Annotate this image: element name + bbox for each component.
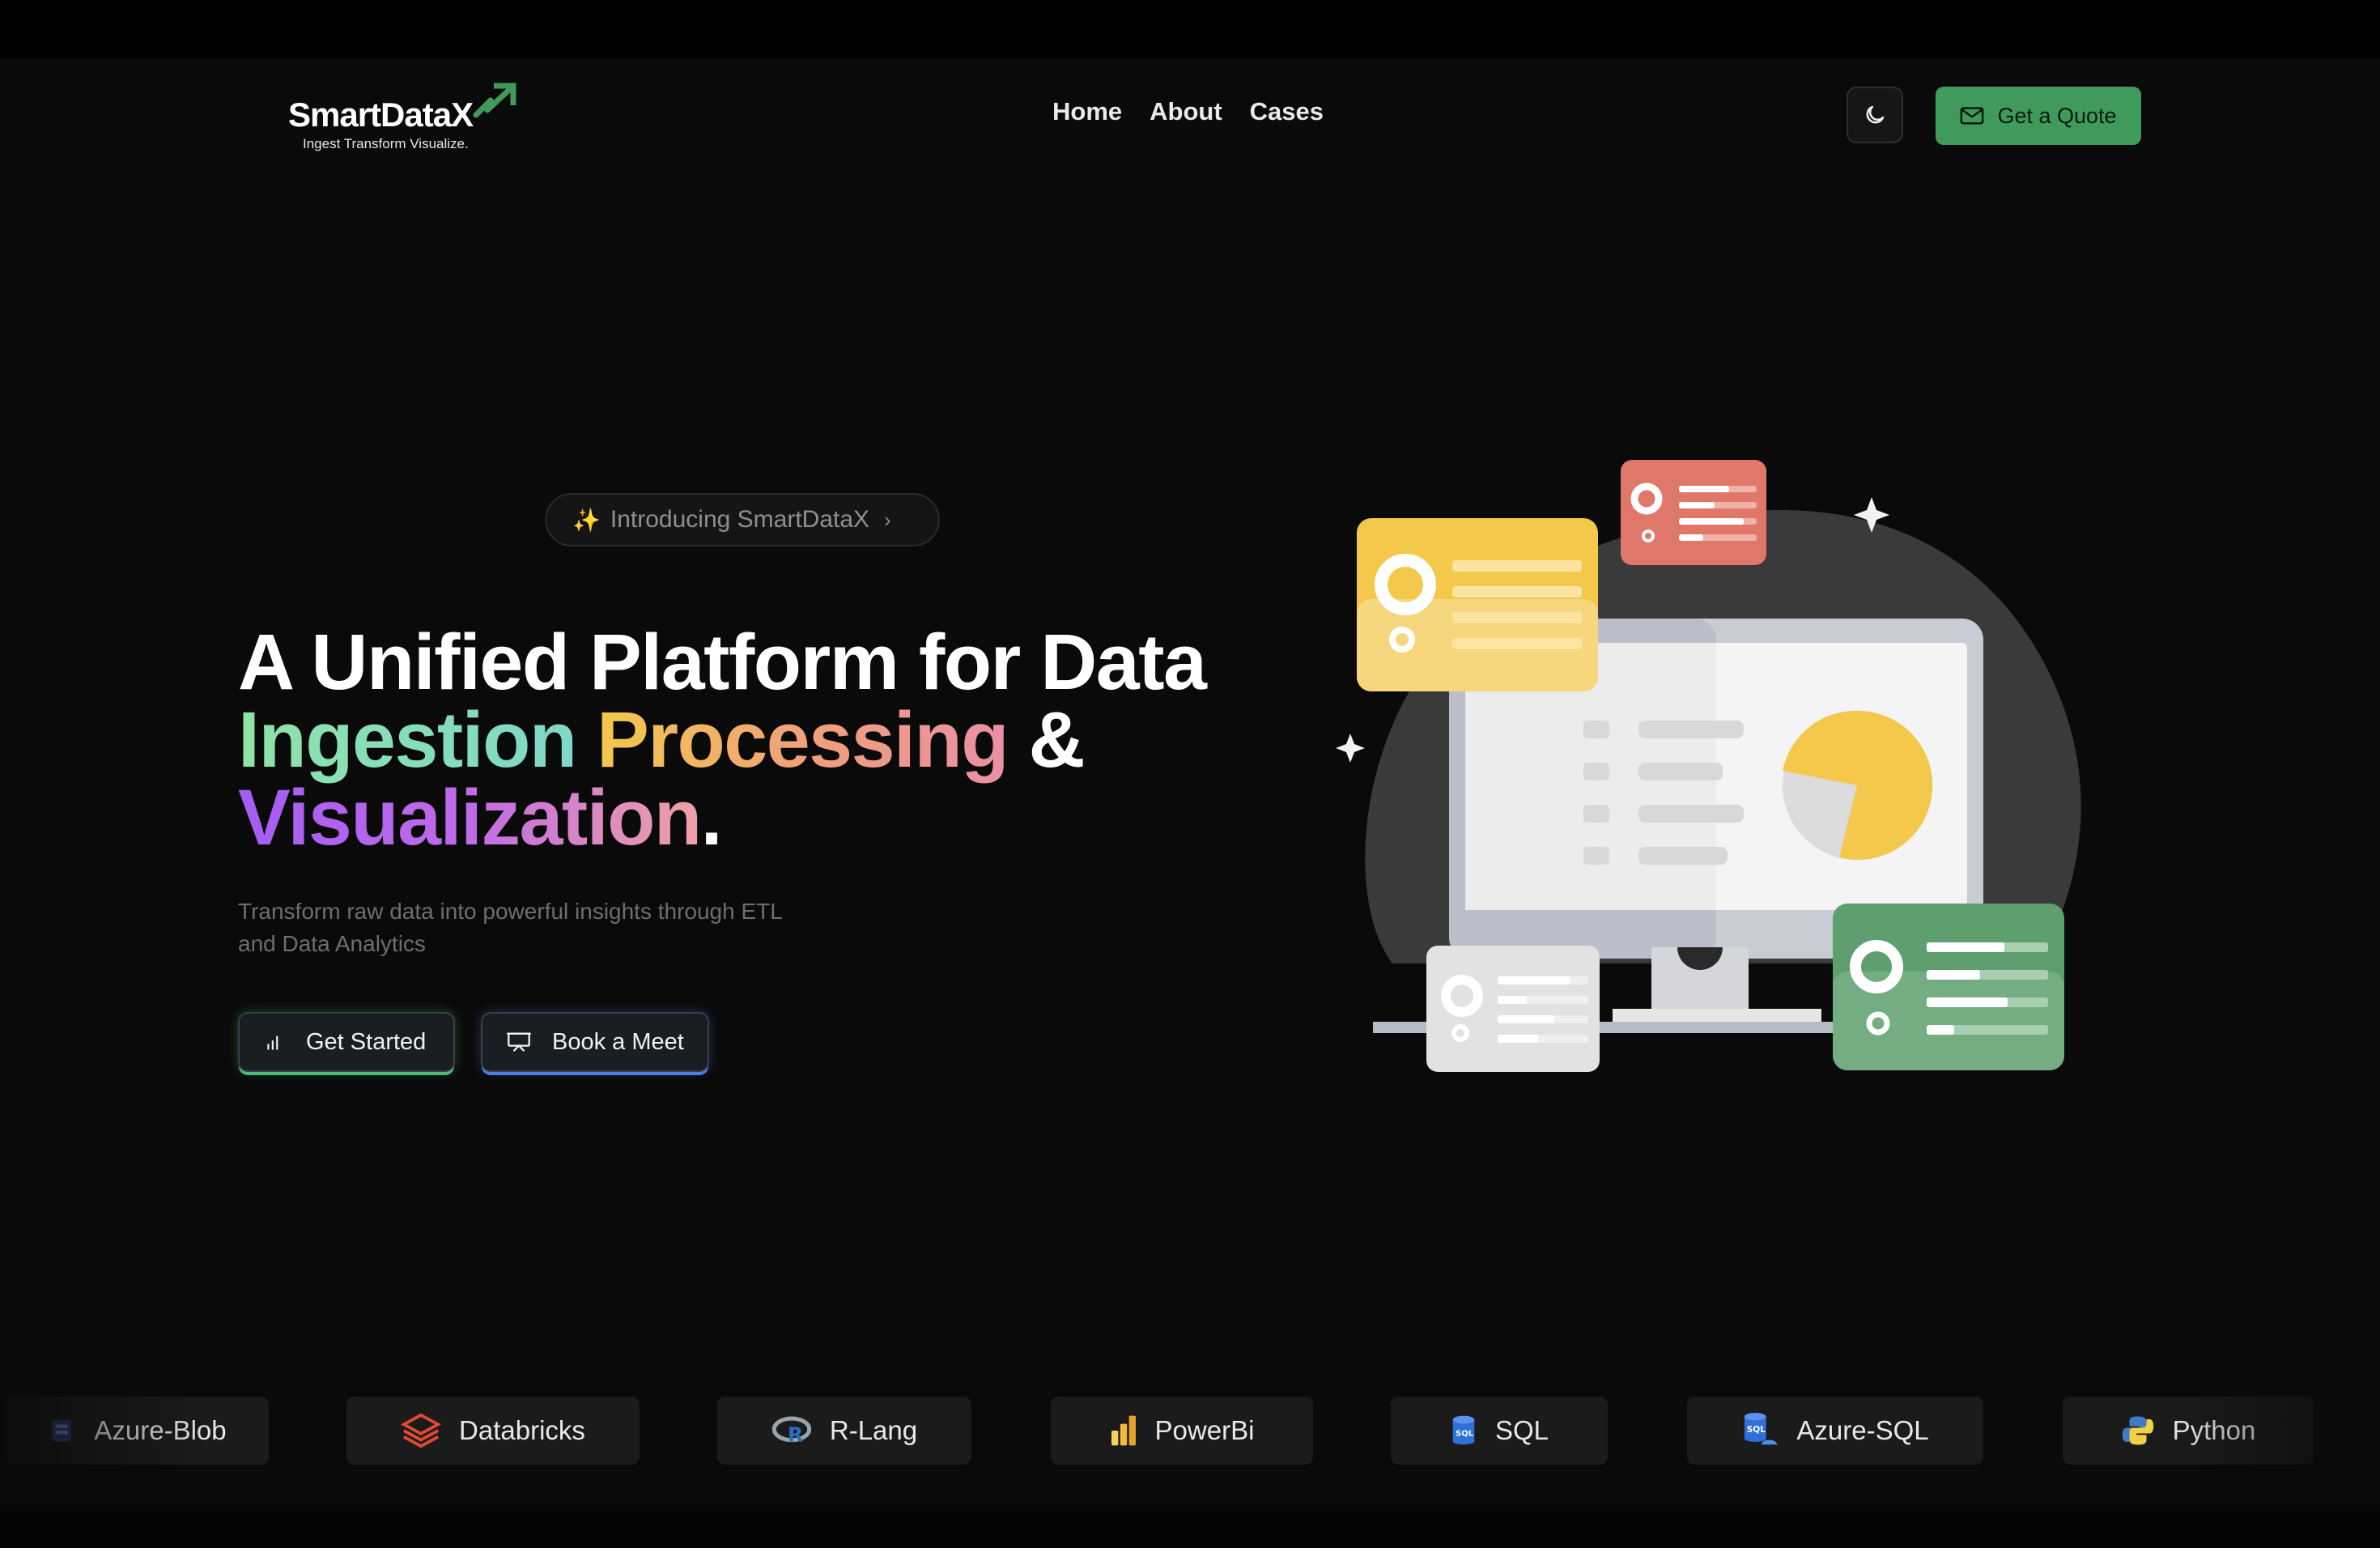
hero-title-ingestion: Ingestion (238, 695, 577, 784)
sparkles-icon: ✨ (572, 507, 601, 533)
introducing-label: Introducing SmartDataX (610, 506, 870, 533)
page-bottom-bar (0, 1504, 2380, 1548)
tech-label: R-Lang (829, 1415, 918, 1445)
svg-text:SQL: SQL (1747, 1425, 1766, 1435)
yellow-card-graphic (1357, 518, 1598, 691)
hero-title-amp: & (1028, 695, 1085, 784)
introducing-pill[interactable]: ✨ Introducing SmartDataX › (545, 493, 940, 546)
tech-chip-python[interactable]: Python (2063, 1397, 2314, 1465)
azure-blob-icon (52, 1419, 72, 1442)
hero-title-processing: Processing (597, 695, 1009, 784)
book-meet-button[interactable]: Book a Meet (481, 1012, 709, 1072)
theme-toggle-button[interactable] (1847, 87, 1903, 143)
svg-text:SQL: SQL (1456, 1430, 1474, 1439)
tech-label: Databricks (459, 1415, 585, 1445)
grey-card-graphic (1426, 946, 1600, 1072)
hero-title-line1: A Unified Platform for Data (238, 618, 1207, 706)
get-started-button[interactable]: Get Started (238, 1012, 455, 1072)
tech-label: PowerBi (1154, 1415, 1255, 1445)
tech-label: Python (2172, 1415, 2256, 1445)
chevron-right-icon: › (884, 507, 891, 532)
tech-chip-azure-blob[interactable]: Azure-Blob (5, 1397, 269, 1465)
databricks-icon (401, 1413, 442, 1448)
tech-label: Azure-SQL (1796, 1415, 1929, 1445)
tech-chip-azure-sql[interactable]: SQL Azure-SQL (1687, 1397, 1983, 1465)
get-quote-label: Get a Quote (1997, 103, 2117, 128)
brand-name: SmartDataX (288, 96, 474, 134)
r-lang-icon: R (771, 1416, 812, 1446)
brand-logo[interactable]: SmartDataX Ingest Transform Visualize. (288, 78, 531, 155)
svg-text:R: R (788, 1423, 803, 1446)
hero-title-period: . (700, 773, 723, 861)
presentation-icon (507, 1032, 531, 1052)
brand-tagline: Ingest Transform Visualize. (303, 136, 469, 151)
green-card-graphic (1833, 904, 2064, 1070)
tech-stack-row: Azure-Blob Databricks R R-Lang PowerBi S… (0, 1397, 2380, 1465)
hero-title: A Unified Platform for Data Ingestion Pr… (238, 623, 1207, 857)
get-quote-button[interactable]: Get a Quote (1936, 87, 2141, 145)
nav-cases[interactable]: Cases (1250, 97, 1324, 126)
sql-icon: SQL (1452, 1415, 1475, 1445)
moon-icon (1866, 105, 1885, 124)
hero-subtitle: Transform raw data into powerful insight… (238, 899, 782, 956)
tech-chip-sql[interactable]: SQL SQL (1391, 1397, 1608, 1465)
nav-home[interactable]: Home (1052, 97, 1122, 126)
tech-label: SQL (1494, 1415, 1549, 1445)
bar-chart-icon (267, 1036, 278, 1050)
tech-chip-databricks[interactable]: Databricks (346, 1397, 640, 1465)
hero-illustration (1336, 460, 2081, 1072)
window-top-bar (0, 0, 2380, 58)
nav-about[interactable]: About (1150, 97, 1222, 126)
azure-sql-icon: SQL (1745, 1412, 1778, 1445)
book-meet-label: Book a Meet (552, 1028, 684, 1055)
red-card-graphic (1621, 460, 1766, 565)
python-icon (2122, 1416, 2153, 1445)
tech-chip-r-lang[interactable]: R R-Lang (717, 1397, 971, 1465)
mail-icon (1961, 107, 1984, 125)
powerbi-icon (1111, 1415, 1136, 1446)
tech-chip-powerbi[interactable]: PowerBi (1051, 1397, 1313, 1465)
hero-title-visualization: Visualization (238, 773, 702, 861)
sparkle-icon (1336, 734, 1365, 763)
logo-arrow-icon (473, 83, 516, 118)
tech-label: Azure-Blob (94, 1415, 227, 1445)
main-nav: Home About Cases (1052, 97, 1324, 126)
get-started-label: Get Started (306, 1028, 427, 1055)
